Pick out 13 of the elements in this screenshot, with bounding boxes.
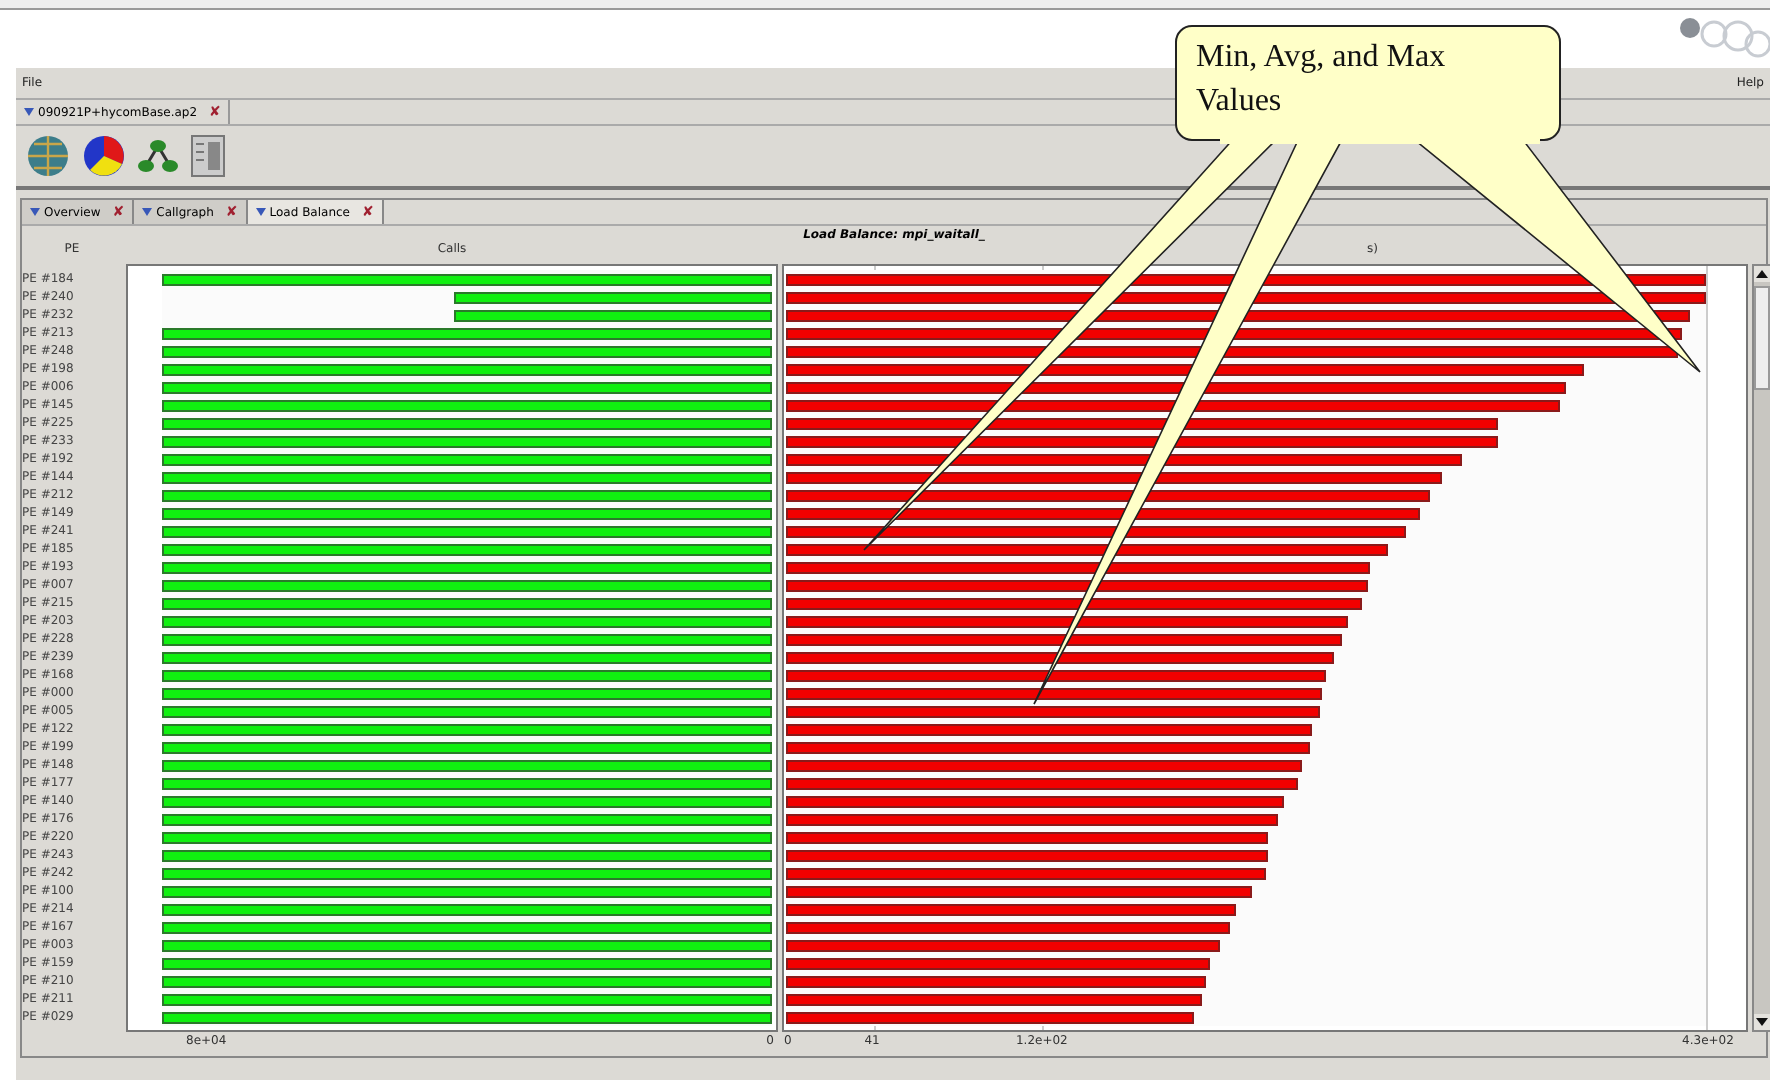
pie-chart-icon[interactable] bbox=[82, 134, 126, 178]
globe-icon[interactable] bbox=[26, 134, 70, 178]
scrollbar[interactable] bbox=[1752, 264, 1770, 1032]
dropdown-icon[interactable] bbox=[255, 208, 266, 216]
scroll-down-icon[interactable] bbox=[1754, 1014, 1770, 1030]
document-icon[interactable] bbox=[190, 134, 226, 178]
dropdown-icon[interactable] bbox=[24, 108, 34, 116]
dropdown-icon[interactable] bbox=[142, 208, 153, 216]
callout-text: Min, Avg, and Max Values bbox=[1196, 38, 1448, 122]
tree-icon[interactable] bbox=[138, 138, 178, 174]
scroll-up-icon[interactable] bbox=[1754, 266, 1770, 282]
dropdown-icon[interactable] bbox=[30, 208, 40, 216]
scroll-thumb[interactable] bbox=[1754, 286, 1770, 390]
